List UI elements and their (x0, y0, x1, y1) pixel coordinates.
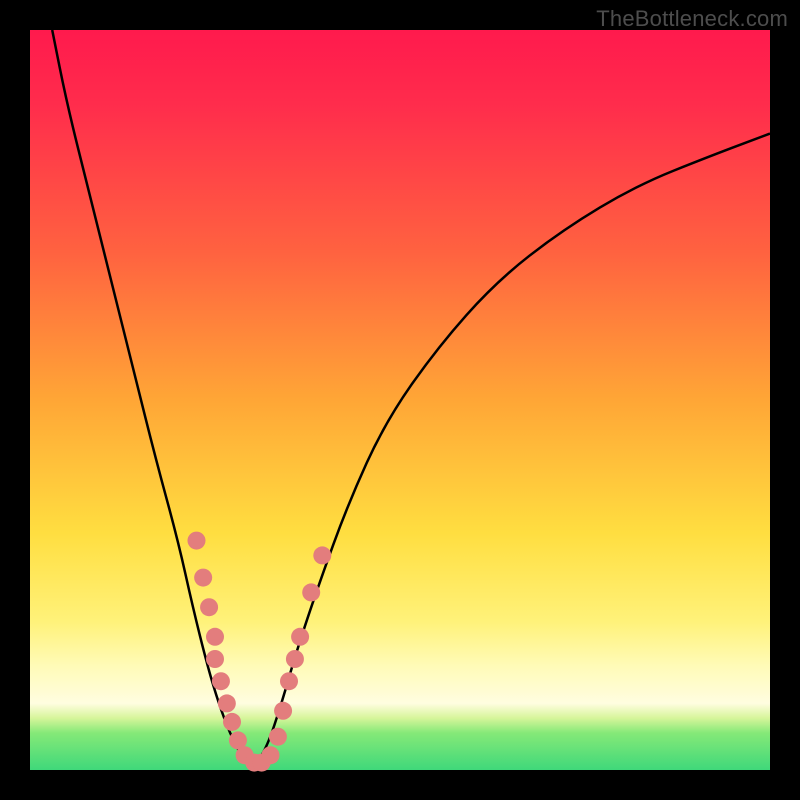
highlight-dot (194, 569, 212, 587)
highlight-dot (269, 728, 287, 746)
curve-right (252, 134, 770, 770)
highlight-dot (212, 672, 230, 690)
highlight-dot (206, 650, 224, 668)
highlight-dot (286, 650, 304, 668)
highlight-dot (223, 713, 241, 731)
highlight-dot (200, 598, 218, 616)
highlight-dot (280, 672, 298, 690)
highlight-dot (188, 532, 206, 550)
watermark-text: TheBottleneck.com (596, 6, 788, 32)
highlight-dot (313, 546, 331, 564)
highlight-dot (206, 628, 224, 646)
chart-svg (30, 30, 770, 770)
highlight-dots-group (188, 532, 332, 772)
highlight-dot (274, 702, 292, 720)
highlight-dot (302, 583, 320, 601)
highlight-dot (218, 694, 236, 712)
chart-frame: TheBottleneck.com (0, 0, 800, 800)
highlight-dot (262, 746, 280, 764)
highlight-dot (291, 628, 309, 646)
